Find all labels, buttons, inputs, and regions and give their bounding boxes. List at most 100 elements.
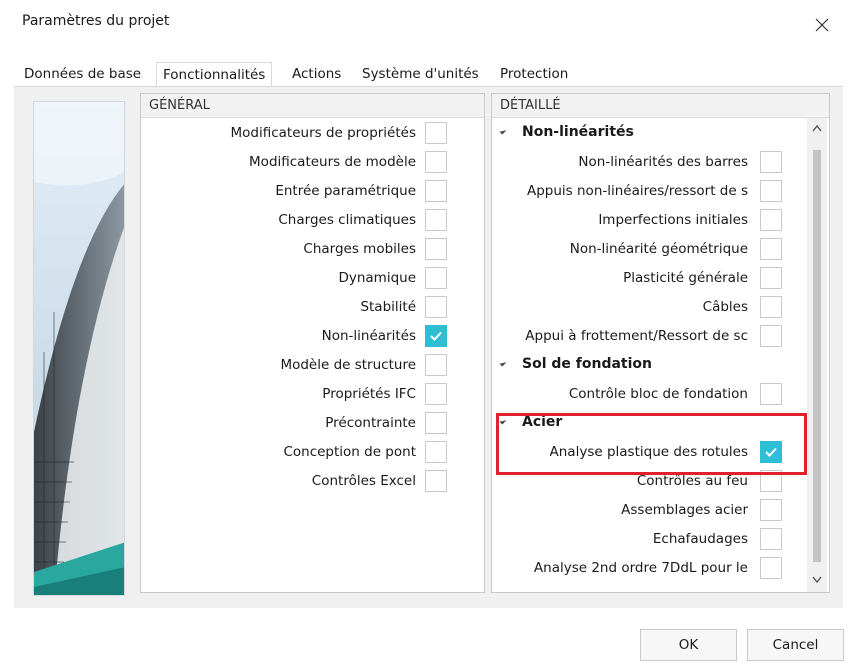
checkmark-icon: [430, 331, 442, 341]
detail-option[interactable]: Appuis non-linéaires/ressort de s: [492, 177, 806, 206]
detail-option[interactable]: Contrôles au feu: [492, 467, 806, 496]
option-label: Analyse 2nd ordre 7DdL pour le: [533, 560, 748, 576]
group-label: Acier: [522, 414, 563, 430]
group-label: Non-linéarités: [522, 124, 634, 140]
option-label: Charges mobiles: [303, 241, 416, 257]
option-label: Modèle de structure: [280, 357, 416, 373]
tab-fonctionnalites[interactable]: Fonctionnalités: [156, 62, 273, 86]
option-label: Modificateurs de modèle: [249, 154, 416, 170]
option-checkbox[interactable]: [760, 557, 782, 579]
option-label: Modificateurs de propriétés: [230, 125, 416, 141]
option-checkbox[interactable]: [760, 499, 782, 521]
general-option[interactable]: Dynamique: [141, 264, 484, 293]
general-option[interactable]: Précontrainte: [141, 409, 484, 438]
option-checkbox[interactable]: [425, 470, 447, 492]
option-checkbox[interactable]: [425, 122, 447, 144]
tab-systeme-unites[interactable]: Système d'unités: [362, 62, 479, 86]
option-label: Stabilité: [360, 299, 416, 315]
detail-option[interactable]: Non-linéarité géométrique: [492, 235, 806, 264]
tab-protection[interactable]: Protection: [500, 62, 568, 86]
general-option[interactable]: Non-linéarités: [141, 322, 484, 351]
option-checkbox[interactable]: [425, 354, 447, 376]
option-checkbox[interactable]: [425, 209, 447, 231]
tab-donnees-de-base[interactable]: Données de base: [24, 62, 141, 86]
group-header[interactable]: Non-linéarités: [492, 119, 806, 145]
window-title: Paramètres du projet: [22, 13, 170, 29]
collapse-arrow-icon[interactable]: [499, 417, 507, 425]
general-option[interactable]: Charges climatiques: [141, 206, 484, 235]
general-option[interactable]: Conception de pont: [141, 438, 484, 467]
general-header: GÉNÉRAL: [141, 94, 484, 118]
option-checkbox[interactable]: [425, 238, 447, 260]
general-option[interactable]: Charges mobiles: [141, 235, 484, 264]
detail-option[interactable]: Imperfections initiales: [492, 206, 806, 235]
option-label: Précontrainte: [325, 415, 416, 431]
general-option[interactable]: Stabilité: [141, 293, 484, 322]
option-label: Assemblages acier: [621, 502, 748, 518]
detail-option[interactable]: Assemblages acier: [492, 496, 806, 525]
option-checkbox[interactable]: [760, 267, 782, 289]
detail-option[interactable]: Contrôle bloc de fondation: [492, 380, 806, 409]
option-checkbox[interactable]: [425, 296, 447, 318]
cancel-button[interactable]: Cancel: [747, 629, 844, 661]
detail-option[interactable]: Plasticité générale: [492, 264, 806, 293]
close-icon: [815, 18, 829, 32]
option-checkbox[interactable]: [425, 180, 447, 202]
detail-option[interactable]: Echafaudages: [492, 525, 806, 554]
title-bar: Paramètres du projet: [0, 0, 849, 49]
option-checkbox[interactable]: [425, 383, 447, 405]
option-checkbox[interactable]: [425, 267, 447, 289]
option-checkbox[interactable]: [760, 470, 782, 492]
collapse-arrow-icon[interactable]: [499, 359, 507, 367]
group-header[interactable]: Sol de fondation: [492, 351, 806, 377]
option-label: Conception de pont: [283, 444, 416, 460]
option-label: Entrée paramétrique: [275, 183, 416, 199]
tab-actions[interactable]: Actions: [292, 62, 341, 86]
option-label: Imperfections initiales: [598, 212, 748, 228]
option-label: Câbles: [702, 299, 748, 315]
option-checkbox[interactable]: [760, 528, 782, 550]
option-checkbox[interactable]: [760, 441, 782, 463]
option-label: Charges climatiques: [278, 212, 416, 228]
option-checkbox[interactable]: [760, 383, 782, 405]
general-option[interactable]: Modèle de structure: [141, 351, 484, 380]
ok-button[interactable]: OK: [640, 629, 737, 661]
general-option[interactable]: Propriétés IFC: [141, 380, 484, 409]
scroll-up-icon[interactable]: [812, 124, 822, 132]
detail-option[interactable]: Câbles: [492, 293, 806, 322]
checkmark-icon: [765, 447, 777, 457]
detail-option[interactable]: Analyse plastique des rotules: [492, 438, 806, 467]
collapse-arrow-icon[interactable]: [499, 127, 507, 135]
option-label: Echafaudages: [652, 531, 748, 547]
option-label: Contrôle bloc de fondation: [568, 386, 748, 402]
option-checkbox[interactable]: [760, 238, 782, 260]
general-option[interactable]: Modificateurs de propriétés: [141, 119, 484, 148]
general-option[interactable]: Entrée paramétrique: [141, 177, 484, 206]
detail-scrollbar[interactable]: [807, 118, 827, 592]
scroll-down-icon[interactable]: [812, 576, 822, 584]
group-label: Sol de fondation: [522, 356, 652, 372]
close-button[interactable]: [800, 10, 844, 40]
option-checkbox[interactable]: [760, 151, 782, 173]
option-checkbox[interactable]: [425, 441, 447, 463]
option-checkbox[interactable]: [425, 151, 447, 173]
detail-option[interactable]: Non-linéarités des barres: [492, 148, 806, 177]
scroll-thumb[interactable]: [813, 150, 821, 562]
detail-header: DÉTAILLÉ: [492, 94, 829, 118]
option-checkbox[interactable]: [760, 180, 782, 202]
group-header[interactable]: Acier: [492, 409, 806, 435]
option-checkbox[interactable]: [760, 296, 782, 318]
option-checkbox[interactable]: [425, 325, 447, 347]
option-checkbox[interactable]: [425, 412, 447, 434]
general-option[interactable]: Modificateurs de modèle: [141, 148, 484, 177]
option-label: Contrôles au feu: [636, 473, 748, 489]
detail-option[interactable]: Appui à frottement/Ressort de sc: [492, 322, 806, 351]
detail-option[interactable]: Analyse 2nd ordre 7DdL pour le: [492, 554, 806, 583]
general-option[interactable]: Contrôles Excel: [141, 467, 484, 496]
building-illustration: [33, 101, 125, 596]
option-checkbox[interactable]: [760, 325, 782, 347]
option-label: Non-linéarités: [321, 328, 416, 344]
option-checkbox[interactable]: [760, 209, 782, 231]
tab-bar: Données de base Fonctionnalités Actions …: [0, 62, 849, 86]
option-label: Plasticité générale: [623, 270, 748, 286]
